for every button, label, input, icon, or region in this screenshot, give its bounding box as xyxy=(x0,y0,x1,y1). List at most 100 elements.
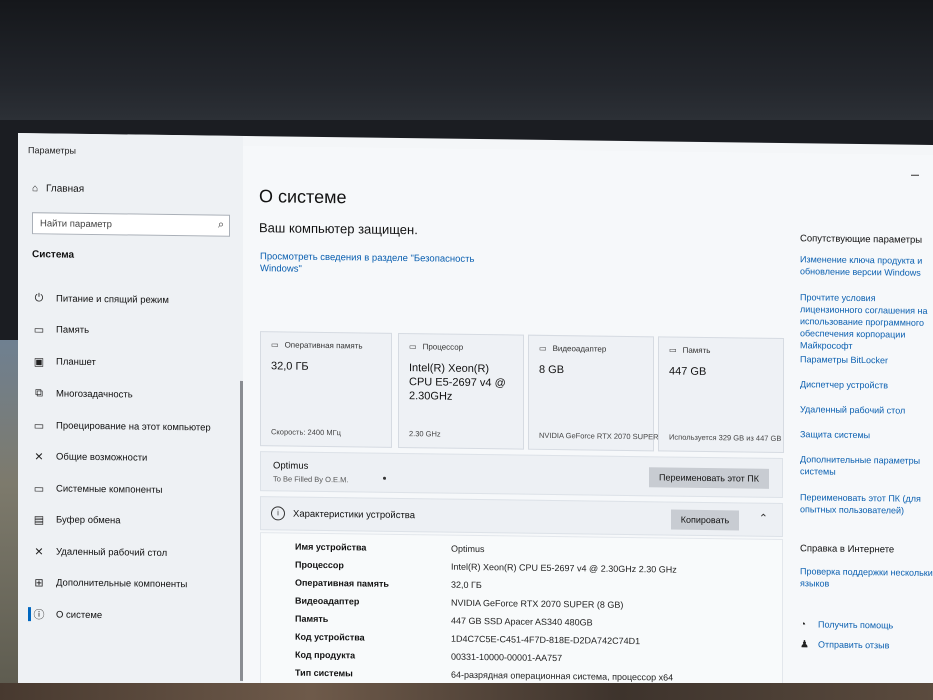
sidebar-item-projecting[interactable]: ▭ Проецирование на этот компьютер xyxy=(32,415,240,438)
storage-icon: ▭ xyxy=(33,323,45,336)
info-icon: ⓘ xyxy=(33,609,45,622)
sidebar-item-remote-desktop[interactable]: ✕ Удаленный рабочий стол xyxy=(32,541,240,564)
card-sub: Скорость: 2400 МГц xyxy=(271,427,341,438)
shared-icon: ✕ xyxy=(34,450,44,463)
gpu-icon: ▭ xyxy=(539,343,547,353)
chevron-up-icon[interactable]: ⌃ xyxy=(759,512,768,525)
related-settings-title: Сопутствующие параметры xyxy=(800,233,923,246)
storage-card: ▭ Память 447 GB Используется 329 GB из 44… xyxy=(658,336,784,454)
search-icon: ⌕ xyxy=(217,218,224,231)
tablet-icon: ▣ xyxy=(33,355,45,368)
spec-key: Память xyxy=(295,613,329,625)
card-value: 447 GB xyxy=(669,365,707,379)
spec-key: Код продукта xyxy=(295,649,356,661)
sidebar-item-optional-features[interactable]: ⊞ Дополнительные компоненты xyxy=(32,572,240,595)
related-link[interactable]: Параметры BitLocker xyxy=(800,353,933,367)
device-spec-header[interactable]: i Характеристики устройства Копировать ⌃ xyxy=(260,496,783,538)
info-icon: i xyxy=(271,506,285,521)
help-icon: ◔ xyxy=(800,619,807,631)
related-link[interactable]: Изменение ключа продукта и обновление ве… xyxy=(800,253,933,279)
multitasking-icon: ⧉ xyxy=(35,386,43,399)
main-content: О системе Ваш компьютер защищен. Просмот… xyxy=(243,145,933,697)
card-sub: 2.30 GHz xyxy=(409,429,441,439)
protection-status: Ваш компьютер защищен. xyxy=(259,220,418,238)
cpu-card: ▭ Процессор Intel(R) Xeon(R) CPU E5-2697 … xyxy=(398,332,524,450)
search-placeholder: Найти параметр xyxy=(40,218,112,231)
pc-name: Optimus xyxy=(273,460,309,472)
sidebar-item-label: Проецирование на этот компьютер xyxy=(56,419,211,434)
spec-key: Видеоадаптер xyxy=(295,595,360,607)
web-help-link[interactable]: Проверка поддержки нескольких языков xyxy=(800,565,933,591)
monitor-bezel xyxy=(0,0,933,120)
sidebar-item-label: Питание и спящий режим xyxy=(56,292,169,306)
spec-value: 447 GB SSD Apacer AS340 480GB xyxy=(451,615,593,628)
spec-value: NVIDIA GeForce RTX 2070 SUPER (8 GB) xyxy=(451,597,624,610)
spec-key: Оперативная память xyxy=(295,577,389,589)
ram-icon: ▭ xyxy=(271,340,279,350)
sidebar-item-label: Системные компоненты xyxy=(56,482,163,496)
minimize-icon[interactable] xyxy=(911,174,919,176)
storage-icon: ▭ xyxy=(669,345,677,355)
get-help-label: Получить помощь xyxy=(818,619,894,631)
home-label: Главная xyxy=(46,183,85,195)
feedback-label: Отправить отзыв xyxy=(818,639,890,651)
related-link[interactable]: Переименовать этот ПК (для опытных польз… xyxy=(800,491,933,517)
spec-value: 32,0 ГБ xyxy=(451,579,482,591)
clipboard-icon: ▤ xyxy=(33,513,45,526)
web-help-title: Справка в Интернете xyxy=(800,543,895,556)
sidebar-item-clipboard[interactable]: ▤ Буфер обмена xyxy=(32,509,240,532)
related-link[interactable]: Диспетчер устройств xyxy=(800,378,933,392)
spec-value: Optimus xyxy=(451,543,485,555)
ram-card: ▭ Оперативная память 32,0 ГБ Скорость: 24… xyxy=(260,331,392,448)
card-sub: NVIDIA GeForce RTX 2070 SUPER xyxy=(539,430,659,442)
home-icon: ⌂ xyxy=(32,183,39,195)
window-title: Параметры xyxy=(28,145,76,156)
sidebar-item-multitasking[interactable]: ⧉ Многозадачность xyxy=(32,383,240,406)
sidebar-item-label: Удаленный рабочий стол xyxy=(56,545,168,559)
device-spec-title: Характеристики устройства xyxy=(293,508,416,522)
optional-features-icon: ⊞ xyxy=(34,576,44,589)
remote-desktop-icon: ✕ xyxy=(34,545,44,558)
sidebar-item-label: Планшет xyxy=(56,355,96,368)
related-link[interactable]: Дополнительные параметры системы xyxy=(800,453,933,479)
components-icon: ▭ xyxy=(33,482,45,495)
settings-window: Параметры ⌂ Главная Найти параметр ⌕ Сис… xyxy=(18,133,933,697)
copy-button[interactable]: Копировать xyxy=(671,509,739,531)
pc-name-panel: Optimus To Be Filled By O.E.M. Переимено… xyxy=(260,451,783,499)
gpu-card: ▭ Видеоадаптер 8 GB NVIDIA GeForce RTX 20… xyxy=(528,334,659,452)
get-help-link[interactable]: ◔ Получить помощь xyxy=(800,618,933,633)
sidebar-item-label: Общие возможности xyxy=(56,450,148,464)
sidebar-item-label: Дополнительные компоненты xyxy=(56,576,188,590)
rename-pc-button[interactable]: Переименовать этот ПК xyxy=(649,467,769,489)
spec-key: Тип системы xyxy=(295,667,353,679)
dot-icon xyxy=(383,476,386,480)
projecting-icon: ▭ xyxy=(33,419,45,432)
card-value: 8 GB xyxy=(539,363,565,377)
related-link[interactable]: Прочтите условия лицензионного соглашени… xyxy=(800,291,933,353)
sidebar-item-about[interactable]: ⓘ О системе xyxy=(32,604,240,627)
home-link[interactable]: ⌂ Главная xyxy=(32,183,84,195)
sidebar-item-tablet[interactable]: ▣ Планшет xyxy=(32,351,240,374)
sidebar-item-shared[interactable]: ✕ Общие возможности xyxy=(32,446,240,469)
feedback-link[interactable]: ♟ Отправить отзыв xyxy=(800,638,933,653)
security-details-link[interactable]: Просмотреть сведения в разделе "Безопасн… xyxy=(260,251,500,278)
related-link[interactable]: Защита системы xyxy=(800,428,933,442)
spec-value: Intel(R) Xeon(R) CPU E5-2697 v4 @ 2.30GH… xyxy=(451,561,677,575)
related-link[interactable]: Удаленный рабочий стол xyxy=(800,403,933,417)
section-title: Система xyxy=(32,249,75,261)
sidebar-item-components[interactable]: ▭ Системные компоненты xyxy=(32,478,240,501)
power-icon: ⏻ xyxy=(34,291,44,304)
spec-value: 00331-10000-00001-AA757 xyxy=(451,651,563,664)
search-input[interactable]: Найти параметр ⌕ xyxy=(32,212,230,237)
feedback-icon: ♟ xyxy=(800,639,809,651)
sidebar-item-storage[interactable]: ▭ Память xyxy=(32,319,240,342)
card-label: Видеоадаптер xyxy=(552,343,607,354)
sidebar-item-label: О системе xyxy=(56,608,103,621)
sidebar-item-power[interactable]: ⏻ Питание и спящий режим xyxy=(32,288,240,311)
spec-key: Имя устройства xyxy=(295,541,367,553)
page-title: О системе xyxy=(259,186,347,208)
pc-manufacturer: To Be Filled By O.E.M. xyxy=(273,474,349,485)
card-value: 32,0 ГБ xyxy=(271,360,309,373)
sidebar-item-label: Многозадачность xyxy=(56,387,133,401)
card-label: Оперативная память xyxy=(284,340,363,351)
